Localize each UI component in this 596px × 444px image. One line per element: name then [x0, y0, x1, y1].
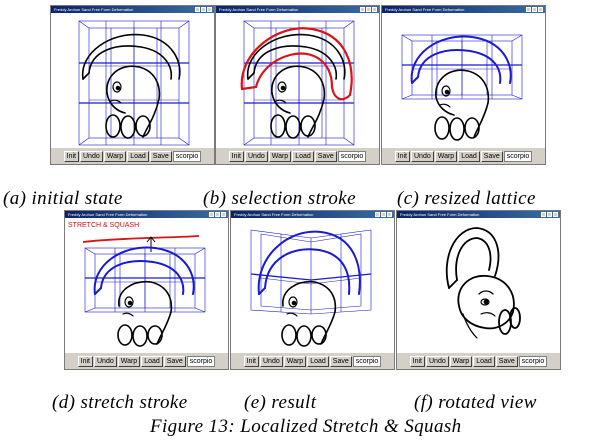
window-titlebar: Freddy Arohun Sand Free Form Deformation	[231, 211, 394, 218]
filename-field[interactable]: scorpio	[186, 355, 216, 367]
undo-button[interactable]: Undo	[411, 150, 434, 162]
init-button[interactable]: Init	[63, 150, 79, 162]
scorpio-drawing	[247, 33, 346, 139]
selection-stroke	[240, 27, 353, 101]
load-button[interactable]: Load	[307, 355, 329, 367]
toolbar: Init Undo Warp Load Save scorpio	[382, 148, 545, 164]
save-button[interactable]: Save	[480, 150, 503, 162]
caption-c: (c) resized lattice	[397, 188, 536, 209]
init-button[interactable]: Init	[228, 150, 244, 162]
window-titlebar: Freddy Arohun Sand Free Form Deformation	[382, 6, 545, 13]
window-title: Freddy Arohun Sand Free Form Deformation	[400, 212, 480, 217]
window-controls[interactable]	[541, 212, 558, 217]
warp-button[interactable]: Warp	[117, 355, 141, 367]
panel-resized-lattice: Freddy Arohun Sand Free Form Deformation	[381, 5, 546, 165]
window-title: Freddy Arohun Sand Free Form Deformation	[385, 7, 465, 12]
drawing-canvas[interactable]	[382, 13, 545, 147]
filename-field[interactable]: scorpio	[518, 355, 548, 367]
drawing-canvas[interactable]	[231, 218, 394, 352]
window-controls[interactable]	[195, 7, 212, 12]
scorpio-drawing	[445, 227, 521, 339]
load-button[interactable]: Load	[141, 355, 163, 367]
window-title: Freddy Arohun Sand Free Form Deformation	[234, 212, 314, 217]
panel-result: Freddy Arohun Sand Free Form Deformation…	[230, 210, 395, 370]
scorpio-drawing	[410, 35, 512, 141]
warp-button[interactable]: Warp	[103, 150, 127, 162]
panel-initial-state: Freddy Arohun Sand Free Form Deformation	[50, 5, 215, 165]
toolbar: Init Undo Warp Load Save scorpio	[51, 148, 214, 164]
window-titlebar: Freddy Arohun Sand Free Form Deformation	[65, 211, 228, 218]
lattice-grid	[78, 20, 190, 146]
toolbar: Init Undo Warp Load Save scorpio	[231, 353, 394, 369]
drawing-canvas[interactable]	[216, 13, 379, 147]
drawing-canvas[interactable]	[65, 218, 228, 352]
filename-field[interactable]: scorpio	[352, 355, 382, 367]
load-button[interactable]: Load	[292, 150, 314, 162]
init-button[interactable]: Init	[77, 355, 93, 367]
panel-selection-stroke: Freddy Arohun Sand Free Form Deformation	[215, 5, 380, 165]
undo-button[interactable]: Undo	[426, 355, 449, 367]
save-button[interactable]: Save	[329, 355, 352, 367]
window-title: Freddy Arohun Sand Free Form Deformation	[54, 7, 134, 12]
filename-field[interactable]: scorpio	[503, 150, 533, 162]
up-arrow-icon	[146, 236, 156, 252]
lattice-grid	[243, 20, 355, 146]
warp-button[interactable]: Warp	[449, 355, 473, 367]
save-button[interactable]: Save	[163, 355, 186, 367]
init-button[interactable]: Init	[243, 355, 259, 367]
drawing-canvas[interactable]	[51, 13, 214, 147]
undo-button[interactable]: Undo	[94, 355, 117, 367]
save-button[interactable]: Save	[495, 355, 518, 367]
toolbar: Init Undo Warp Load Save scorpio	[65, 353, 228, 369]
scorpio-drawing	[93, 246, 195, 347]
save-button[interactable]: Save	[149, 150, 172, 162]
warp-button[interactable]: Warp	[283, 355, 307, 367]
window-titlebar: Freddy Arohun Sand Free Form Deformation	[397, 211, 560, 218]
window-controls[interactable]	[360, 7, 377, 12]
caption-a: (a) initial state	[3, 188, 123, 209]
window-title: Freddy Arohun Sand Free Form Deformation	[68, 212, 148, 217]
filename-field[interactable]: scorpio	[337, 150, 367, 162]
window-title: Freddy Arohun Sand Free Form Deformation	[219, 7, 299, 12]
window-controls[interactable]	[209, 212, 226, 217]
filename-field[interactable]: scorpio	[172, 150, 202, 162]
scorpio-drawing	[257, 230, 361, 347]
stretch-stroke	[82, 235, 200, 243]
toolbar: Init Undo Warp Load Save scorpio	[397, 353, 560, 369]
toolbar: Init Undo Warp Load Save scorpio	[216, 148, 379, 164]
caption-f: (f) rotated view	[414, 392, 537, 413]
caption-e: (e) result	[244, 392, 317, 413]
window-titlebar: Freddy Arohun Sand Free Form Deformation	[216, 6, 379, 13]
warp-button[interactable]: Warp	[434, 150, 458, 162]
init-button[interactable]: Init	[394, 150, 410, 162]
drawing-canvas[interactable]	[397, 218, 560, 352]
window-controls[interactable]	[375, 212, 392, 217]
panel-stretch-stroke: Freddy Arohun Sand Free Form Deformation	[64, 210, 229, 370]
save-button[interactable]: Save	[314, 150, 337, 162]
window-titlebar: Freddy Arohun Sand Free Form Deformation	[51, 6, 214, 13]
scorpio-drawing	[82, 33, 181, 139]
undo-button[interactable]: Undo	[245, 150, 268, 162]
caption-b: (b) selection stroke	[203, 188, 356, 209]
load-button[interactable]: Load	[473, 355, 495, 367]
init-button[interactable]: Init	[409, 355, 425, 367]
window-controls[interactable]	[526, 7, 543, 12]
caption-d: (d) stretch stroke	[52, 392, 188, 413]
load-button[interactable]: Load	[127, 150, 149, 162]
load-button[interactable]: Load	[458, 150, 480, 162]
stretch-squash-label: STRETCH & SQUASH	[68, 222, 140, 229]
panel-rotated-view: Freddy Arohun Sand Free Form Deformation…	[396, 210, 561, 370]
figure-caption: Figure 13: Localized Stretch & Squash	[150, 416, 462, 437]
warp-button[interactable]: Warp	[268, 150, 292, 162]
undo-button[interactable]: Undo	[260, 355, 283, 367]
undo-button[interactable]: Undo	[80, 150, 103, 162]
